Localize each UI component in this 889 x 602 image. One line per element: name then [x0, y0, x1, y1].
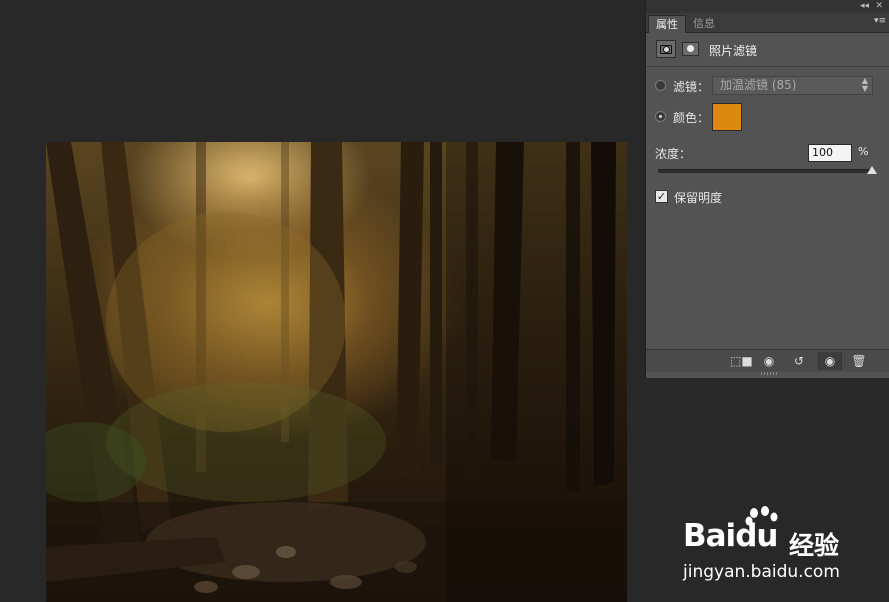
reset-icon[interactable]: ↺ — [788, 352, 810, 370]
filter-select-value: 加温滤镜 (85) — [720, 78, 797, 92]
collapse-icon[interactable]: ◂◂ — [860, 1, 869, 12]
density-unit: % — [858, 145, 869, 158]
properties-panel: ◂◂ ✕ 属性 信息 ▾≡ 照片滤镜 滤镜： 加温滤镜 (85) ▲ ▼ 颜色： … — [645, 0, 889, 378]
color-label: 颜色： — [673, 111, 710, 125]
tab-row: 属性 信息 ▾≡ — [646, 13, 889, 33]
filter-label: 滤镜： — [673, 80, 710, 94]
color-radio[interactable] — [655, 111, 666, 122]
preserve-luminosity-label: 保留明度 — [674, 191, 723, 205]
mask-icon[interactable] — [682, 42, 699, 56]
baidu-watermark: Baidu 经验 jingyan.baidu.com — [683, 506, 883, 596]
filter-row: 滤镜： 加温滤镜 (85) ▲ ▼ — [646, 75, 889, 97]
density-slider-track[interactable] — [658, 169, 872, 173]
panel-bottom-toolbar: ⬚■ ◉ ↺ ◉ 🗑 — [646, 349, 889, 372]
panel-topbar: ◂◂ ✕ — [646, 0, 889, 13]
preserve-luminosity-checkbox[interactable]: ✓ — [655, 190, 668, 203]
filter-select[interactable]: 加温滤镜 (85) ▲ ▼ — [712, 76, 873, 95]
panel-menu-icon[interactable]: ▾≡ — [874, 16, 886, 26]
watermark-brand-cn: 经验 — [789, 531, 840, 560]
panel-title: 照片滤镜 — [709, 44, 758, 58]
eye-icon[interactable]: ◉ — [818, 352, 842, 370]
density-label: 浓度： — [655, 147, 692, 161]
tab-properties[interactable]: 属性 — [648, 15, 686, 33]
watermark-brand: Baidu — [683, 518, 778, 554]
forest-photo — [46, 142, 627, 602]
panel-title-row: 照片滤镜 — [646, 33, 889, 67]
density-row: 浓度： 100 % — [646, 144, 889, 180]
color-row: 颜色： — [646, 103, 889, 133]
close-icon[interactable]: ✕ — [875, 1, 883, 12]
watermark-url: jingyan.baidu.com — [683, 562, 840, 582]
preserve-luminosity-row: ✓ 保留明度 — [646, 188, 889, 206]
panel-resize-grip[interactable] — [761, 372, 779, 375]
view-previous-icon[interactable]: ◉ — [758, 352, 780, 370]
trash-icon[interactable]: 🗑 — [848, 352, 870, 370]
density-input[interactable]: 100 — [808, 144, 852, 162]
select-arrows-icon: ▲ ▼ — [861, 76, 868, 93]
photo-filter-icon[interactable] — [656, 40, 676, 58]
clip-to-layer-icon[interactable]: ⬚■ — [730, 352, 753, 370]
density-slider-thumb[interactable] — [867, 166, 877, 174]
filter-radio[interactable] — [655, 80, 666, 91]
tab-info[interactable]: 信息 — [686, 15, 722, 32]
color-swatch[interactable] — [712, 103, 742, 131]
